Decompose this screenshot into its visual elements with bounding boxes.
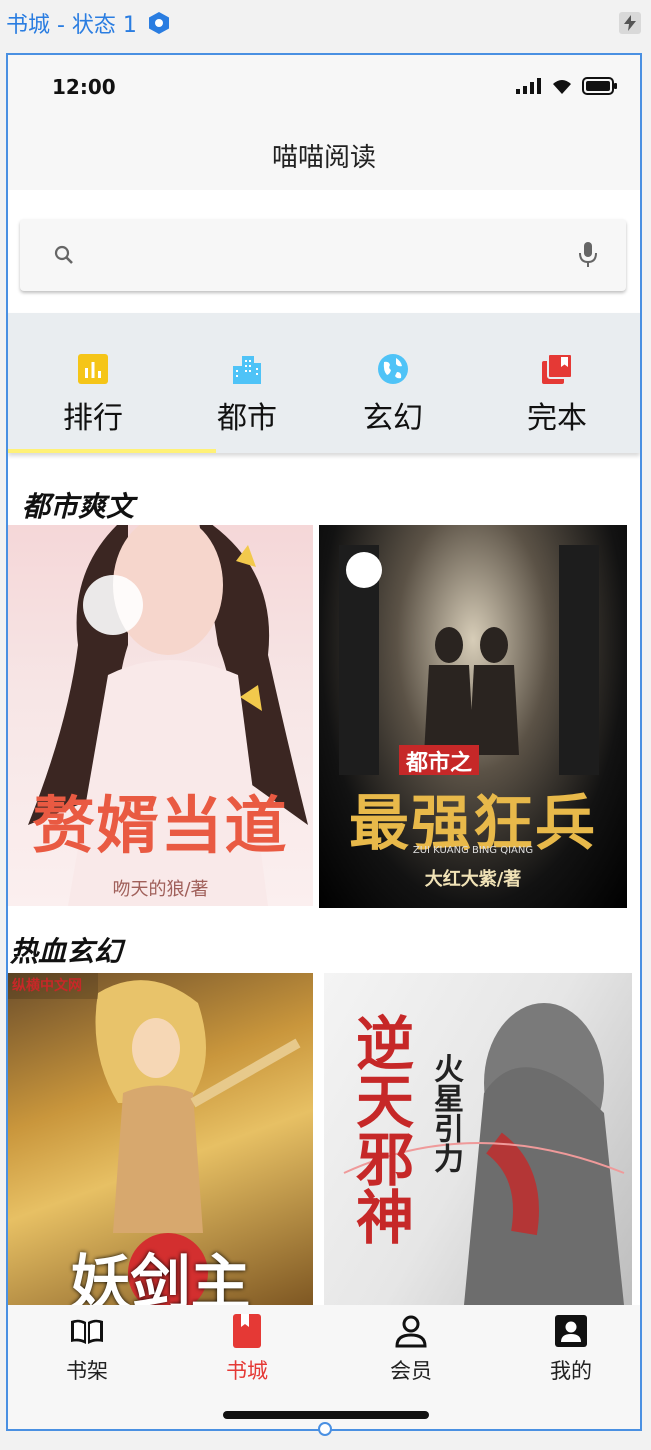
bookmark-icon xyxy=(233,1314,261,1348)
account-box-icon xyxy=(555,1315,587,1347)
screen-title-label: 书城 - 状态 1 xyxy=(6,13,137,38)
status-bar: 12:00 xyxy=(8,55,640,120)
person-icon xyxy=(395,1315,427,1348)
app-bar: 喵喵阅读 xyxy=(8,120,640,190)
screen-title: 书城 - 状态 1 xyxy=(6,8,171,38)
nav-label: 书架 xyxy=(66,1359,108,1383)
tab-label: 排行 xyxy=(63,401,123,436)
cover-subtitle: 都市之 xyxy=(405,750,472,776)
lightning-button[interactable] xyxy=(619,12,641,34)
search-bar[interactable] xyxy=(20,219,626,291)
cover-pinyin: ZUI KUANG BING QIANG xyxy=(412,845,534,856)
signal-icon xyxy=(516,78,541,94)
tab-label: 完本 xyxy=(527,401,587,436)
book-cover[interactable]: 逆天邪神 火星引力 xyxy=(324,973,632,1305)
tab-fantasy[interactable]: 玄幻 xyxy=(314,313,472,453)
tab-indicator xyxy=(8,449,216,453)
tab-ranking[interactable]: 排行 xyxy=(14,313,172,453)
device-frame: 12:00 喵喵阅读 排行 都市 玄幻 完本 都市爽文 赘婿当道 吻天的狼/著 … xyxy=(6,53,642,1431)
book-open-icon xyxy=(71,1319,103,1344)
nav-item-member[interactable]: 会员 xyxy=(332,1305,490,1385)
tab-label: 玄幻 xyxy=(363,401,423,436)
cover-author: 大红大紫/著 xyxy=(424,869,522,890)
cover-title: 赘婿当道 xyxy=(32,789,289,862)
nav-item-bookshelf[interactable]: 书架 xyxy=(8,1305,166,1385)
book-cover[interactable]: 赘婿当道 吻天的狼/著 xyxy=(8,525,313,906)
city-icon xyxy=(233,356,261,384)
home-indicator[interactable] xyxy=(223,1411,429,1419)
book-cover[interactable]: 都市之 最强狂兵 ZUI KUANG BING QIANG 大红大紫/著 xyxy=(319,525,627,908)
cover-title: 妖剑主 xyxy=(70,1249,251,1313)
nav-label: 会员 xyxy=(390,1359,432,1383)
mic-icon[interactable] xyxy=(578,241,598,269)
category-tabs: 排行 都市 玄幻 完本 xyxy=(8,313,640,453)
nav-item-bookstore[interactable]: 书城 xyxy=(168,1305,326,1385)
lightning-icon xyxy=(624,15,636,31)
cover-publisher: 纵横中文网 xyxy=(12,978,82,994)
wifi-icon xyxy=(553,80,571,94)
status-time: 12:00 xyxy=(52,75,116,99)
section-title: 热血玄幻 xyxy=(10,935,123,968)
cover-subtitle: 火星引力 xyxy=(428,1053,463,1173)
tab-label: 都市 xyxy=(217,401,277,436)
nav-label: 书城 xyxy=(226,1359,268,1383)
search-input[interactable] xyxy=(90,237,554,275)
app-title: 喵喵阅读 xyxy=(271,142,376,173)
globe-icon xyxy=(378,354,408,384)
component-hex-icon[interactable] xyxy=(147,11,171,35)
tab-completed[interactable]: 完本 xyxy=(478,313,636,453)
book-cover[interactable]: 纵横中文网 妖剑主 xyxy=(8,973,313,1313)
bar-chart-icon xyxy=(78,354,108,384)
resize-handle[interactable] xyxy=(318,1422,332,1436)
section-title: 都市爽文 xyxy=(22,490,135,523)
cover-author: 吻天的狼/著 xyxy=(112,879,209,900)
library-books-icon xyxy=(542,353,573,384)
search-icon[interactable] xyxy=(52,243,76,267)
nav-item-mine[interactable]: 我的 xyxy=(492,1305,640,1385)
battery-icon xyxy=(582,77,617,95)
cover-title: 逆天邪神 xyxy=(346,1013,414,1245)
tab-city[interactable]: 都市 xyxy=(168,313,326,453)
nav-label: 我的 xyxy=(550,1359,592,1383)
